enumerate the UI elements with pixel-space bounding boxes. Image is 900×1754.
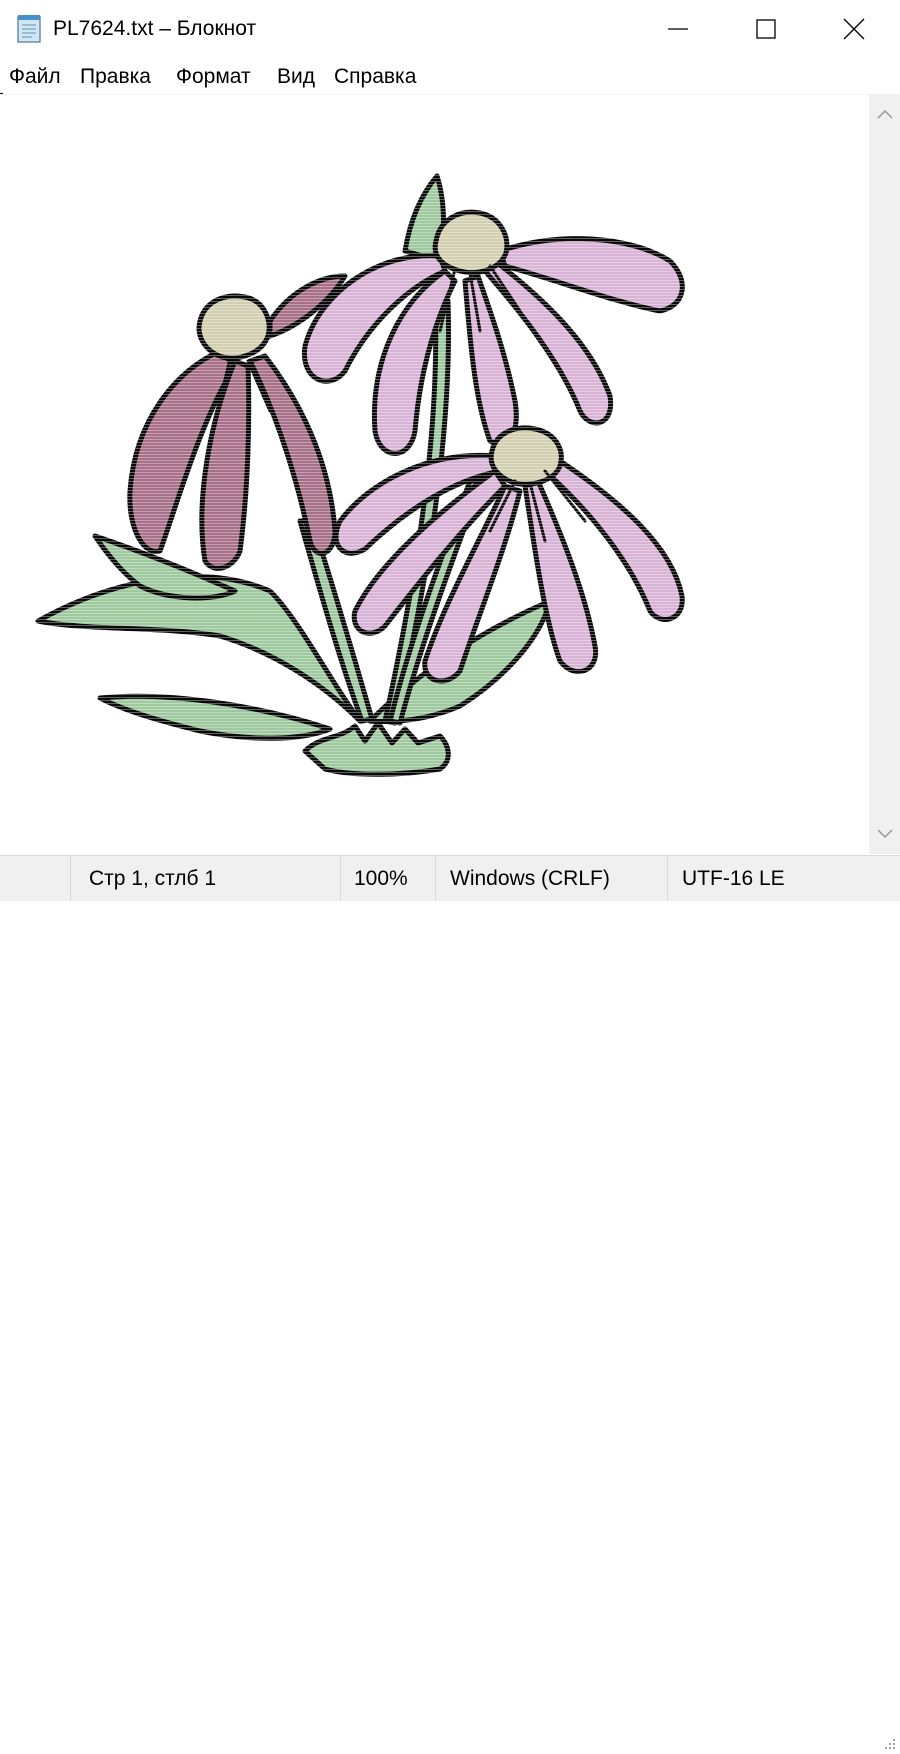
status-zoom: 100% [354,867,408,890]
maximize-icon [756,19,776,39]
status-bar: Стр 1, стлб 1 100% Windows (CRLF) UTF-16… [0,855,900,1749]
menu-view[interactable]: Вид [277,64,315,90]
chevron-up-icon [876,109,893,119]
resize-grip-icon[interactable] [878,1736,898,1754]
minimize-icon [668,28,688,30]
scroll-up-button[interactable] [869,94,900,134]
flower-art [30,161,720,791]
minimize-button[interactable] [632,0,724,58]
close-icon [843,18,865,40]
status-cursor-position: Стр 1, стлб 1 [89,867,217,890]
menu-help[interactable]: Справка [334,64,416,90]
status-divider [340,856,341,901]
close-button[interactable] [808,0,900,58]
maximize-button[interactable] [720,0,812,58]
chevron-down-icon [876,829,893,839]
vertical-scrollbar[interactable] [869,94,900,854]
title-bar[interactable]: PL7624.txt – Блокнот [0,0,900,58]
text-editor[interactable] [0,94,869,855]
menu-bar: Файл Правка Формат Вид Справка [0,58,900,94]
status-encoding: UTF-16 LE [682,867,785,890]
menu-file[interactable]: Файл [9,64,61,90]
status-divider [70,856,71,901]
status-divider [435,856,436,901]
menu-edit[interactable]: Правка [80,64,151,90]
notepad-icon [17,15,41,43]
window-title: PL7624.txt – Блокнот [53,17,257,40]
status-divider [667,856,668,901]
status-line-ending: Windows (CRLF) [450,867,610,890]
menu-format[interactable]: Формат [176,64,251,90]
scroll-down-button[interactable] [869,814,900,854]
